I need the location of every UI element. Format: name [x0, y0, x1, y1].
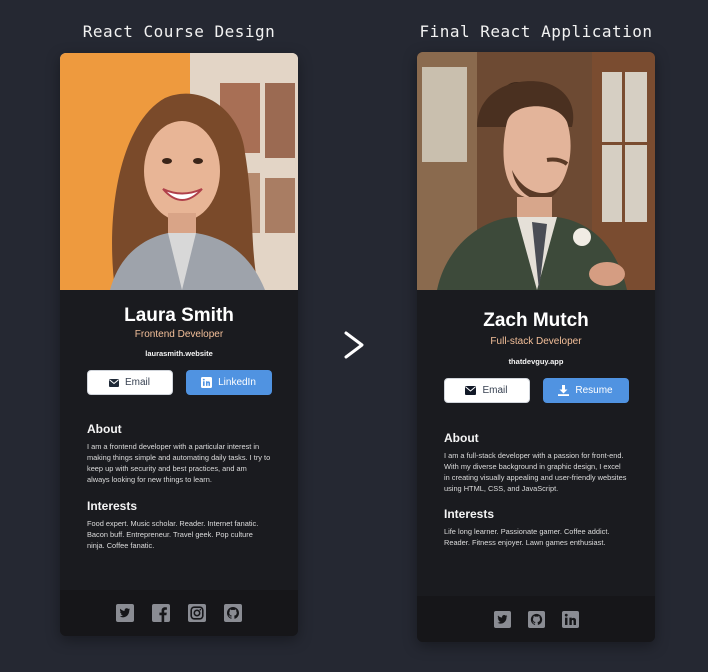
interests-heading: Interests: [444, 507, 495, 521]
arrow-right-icon: [344, 331, 364, 359]
social-footer: [417, 596, 655, 642]
profile-website[interactable]: laurasmith.website: [60, 349, 298, 358]
github-icon[interactable]: [224, 604, 242, 622]
about-text: I am a full-stack developer with a passi…: [444, 451, 627, 493]
linkedin-icon: [201, 377, 213, 388]
profile-card-design: Laura Smith Frontend Developer laurasmit…: [60, 53, 298, 636]
right-caption: Final React Application: [419, 22, 653, 41]
email-button-label: Email: [124, 377, 150, 388]
interests-heading: Interests: [87, 499, 138, 513]
profile-role: Full-stack Developer: [490, 336, 582, 347]
linkedin-button[interactable]: LinkedIn: [185, 370, 272, 395]
interests-section: Interests Food expert. Music scholar. Re…: [60, 499, 298, 551]
email-button[interactable]: Email: [443, 378, 530, 403]
social-footer: [60, 590, 298, 636]
interests-text: Life long learner. Passionate gamer. Cof…: [444, 527, 610, 547]
about-heading: About: [444, 431, 479, 445]
about-heading: About: [87, 422, 122, 436]
email-button[interactable]: Email: [86, 370, 173, 395]
linkedin-button-label: LinkedIn: [218, 377, 256, 388]
about-section: About I am a full-stack developer with a…: [417, 431, 655, 494]
interests-text: Food expert. Music scholar. Reader. Inte…: [87, 519, 259, 550]
email-button-label: Email: [482, 385, 508, 396]
mail-icon: [108, 378, 119, 387]
twitter-icon[interactable]: [116, 604, 134, 622]
about-text: I am a frontend developer with a particu…: [87, 442, 271, 484]
twitter-icon[interactable]: [493, 610, 511, 628]
profile-role: Frontend Developer: [134, 329, 224, 340]
resume-button[interactable]: Resume: [542, 378, 629, 403]
profile-name: Zach Mutch: [483, 310, 589, 331]
left-caption: React Course Design: [82, 22, 276, 41]
profile-photo: [417, 52, 655, 290]
resume-button-label: Resume: [575, 385, 613, 396]
github-icon[interactable]: [527, 610, 545, 628]
about-section: About I am a frontend developer with a p…: [60, 422, 298, 485]
profile-photo: [60, 53, 298, 290]
instagram-icon[interactable]: [188, 604, 206, 622]
mail-icon: [465, 386, 477, 395]
profile-website[interactable]: thatdevguy.app: [417, 357, 655, 366]
interests-section: Interests Life long learner. Passionate …: [417, 507, 655, 548]
facebook-icon[interactable]: [152, 604, 170, 622]
download-icon: [558, 385, 570, 396]
linkedin-icon[interactable]: [561, 610, 579, 628]
profile-name: Laura Smith: [124, 305, 234, 326]
profile-card-final: Zach Mutch Full-stack Developer thatdevg…: [417, 52, 655, 642]
